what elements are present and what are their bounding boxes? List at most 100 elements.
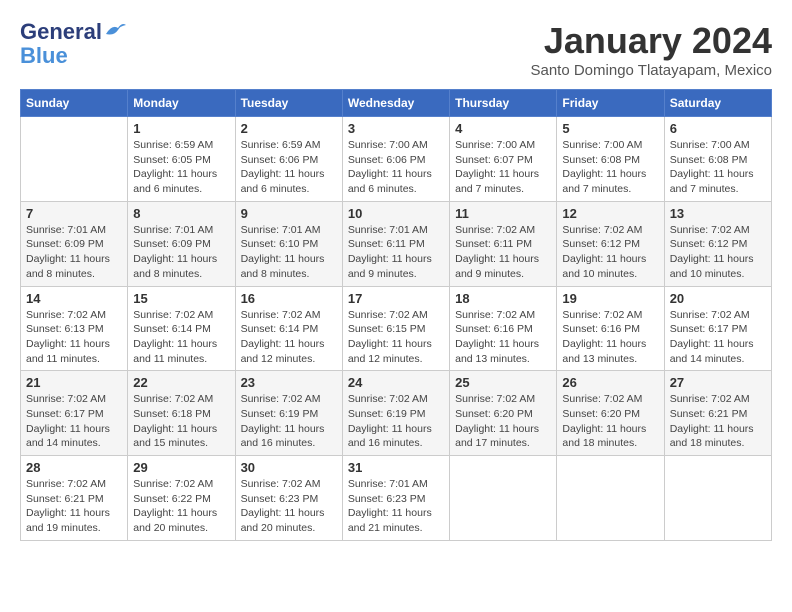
calendar-cell: 7 Sunrise: 7:01 AM Sunset: 6:09 PM Daylig… xyxy=(21,201,128,286)
calendar-cell xyxy=(21,117,128,202)
calendar-cell: 29 Sunrise: 7:02 AM Sunset: 6:22 PM Dayli… xyxy=(128,456,235,541)
day-info: Sunrise: 7:00 AM Sunset: 6:08 PM Dayligh… xyxy=(670,138,766,197)
location-subtitle: Santo Domingo Tlatayapam, Mexico xyxy=(530,62,772,79)
calendar-cell: 17 Sunrise: 7:02 AM Sunset: 6:15 PM Dayli… xyxy=(342,286,449,371)
day-number: 12 xyxy=(562,206,658,221)
logo-text-general: General xyxy=(20,20,102,44)
logo: General Blue xyxy=(20,20,126,68)
day-number: 8 xyxy=(133,206,229,221)
weekday-header-wednesday: Wednesday xyxy=(342,90,449,117)
calendar-cell: 8 Sunrise: 7:01 AM Sunset: 6:09 PM Daylig… xyxy=(128,201,235,286)
day-number: 2 xyxy=(241,121,337,136)
day-number: 27 xyxy=(670,375,766,390)
weekday-header-tuesday: Tuesday xyxy=(235,90,342,117)
calendar-table: SundayMondayTuesdayWednesdayThursdayFrid… xyxy=(20,89,772,541)
day-info: Sunrise: 7:02 AM Sunset: 6:20 PM Dayligh… xyxy=(455,392,551,451)
calendar-cell: 22Sunrise: 7:02 AM Sunset: 6:18 PM Dayli… xyxy=(128,371,235,456)
weekday-header-thursday: Thursday xyxy=(450,90,557,117)
day-info: Sunrise: 6:59 AM Sunset: 6:05 PM Dayligh… xyxy=(133,138,229,197)
day-info: Sunrise: 7:00 AM Sunset: 6:08 PM Dayligh… xyxy=(562,138,658,197)
day-number: 11 xyxy=(455,206,551,221)
day-info: Sunrise: 7:02 AM Sunset: 6:20 PM Dayligh… xyxy=(562,392,658,451)
day-number: 30 xyxy=(241,460,337,475)
day-number: 14 xyxy=(26,291,122,306)
day-info: Sunrise: 6:59 AM Sunset: 6:06 PM Dayligh… xyxy=(241,138,337,197)
calendar-header-row: SundayMondayTuesdayWednesdayThursdayFrid… xyxy=(21,90,772,117)
day-info: Sunrise: 7:02 AM Sunset: 6:12 PM Dayligh… xyxy=(670,223,766,282)
month-title: January 2024 xyxy=(530,20,772,62)
day-number: 31 xyxy=(348,460,444,475)
day-info: Sunrise: 7:02 AM Sunset: 6:19 PM Dayligh… xyxy=(348,392,444,451)
calendar-cell: 1 Sunrise: 6:59 AM Sunset: 6:05 PM Daylig… xyxy=(128,117,235,202)
calendar-cell: 21 Sunrise: 7:02 AM Sunset: 6:17 PM Dayli… xyxy=(21,371,128,456)
day-info: Sunrise: 7:01 AM Sunset: 6:09 PM Dayligh… xyxy=(26,223,122,282)
calendar-cell: 12 Sunrise: 7:02 AM Sunset: 6:12 PM Dayli… xyxy=(557,201,664,286)
calendar-week-2: 7 Sunrise: 7:01 AM Sunset: 6:09 PM Daylig… xyxy=(21,201,772,286)
day-number: 20 xyxy=(670,291,766,306)
day-number: 23 xyxy=(241,375,337,390)
calendar-week-5: 28Sunrise: 7:02 AM Sunset: 6:21 PM Dayli… xyxy=(21,456,772,541)
logo-bird-icon xyxy=(104,22,126,38)
day-number: 17 xyxy=(348,291,444,306)
day-info: Sunrise: 7:02 AM Sunset: 6:19 PM Dayligh… xyxy=(241,392,337,451)
calendar-cell: 6 Sunrise: 7:00 AM Sunset: 6:08 PM Daylig… xyxy=(664,117,771,202)
calendar-cell: 27Sunrise: 7:02 AM Sunset: 6:21 PM Dayli… xyxy=(664,371,771,456)
calendar-cell: 28Sunrise: 7:02 AM Sunset: 6:21 PM Dayli… xyxy=(21,456,128,541)
calendar-cell xyxy=(450,456,557,541)
weekday-header-monday: Monday xyxy=(128,90,235,117)
day-info: Sunrise: 7:02 AM Sunset: 6:16 PM Dayligh… xyxy=(455,308,551,367)
day-info: Sunrise: 7:01 AM Sunset: 6:09 PM Dayligh… xyxy=(133,223,229,282)
calendar-cell: 19Sunrise: 7:02 AM Sunset: 6:16 PM Dayli… xyxy=(557,286,664,371)
day-info: Sunrise: 7:02 AM Sunset: 6:15 PM Dayligh… xyxy=(348,308,444,367)
day-number: 21 xyxy=(26,375,122,390)
page-header: General Blue January 2024 Santo Domingo … xyxy=(20,20,772,79)
day-info: Sunrise: 7:02 AM Sunset: 6:23 PM Dayligh… xyxy=(241,477,337,536)
calendar-cell: 23 Sunrise: 7:02 AM Sunset: 6:19 PM Dayli… xyxy=(235,371,342,456)
calendar-cell xyxy=(664,456,771,541)
day-info: Sunrise: 7:02 AM Sunset: 6:21 PM Dayligh… xyxy=(26,477,122,536)
calendar-cell: 14 Sunrise: 7:02 AM Sunset: 6:13 PM Dayli… xyxy=(21,286,128,371)
calendar-cell xyxy=(557,456,664,541)
day-number: 3 xyxy=(348,121,444,136)
calendar-cell: 13 Sunrise: 7:02 AM Sunset: 6:12 PM Dayli… xyxy=(664,201,771,286)
calendar-cell: 11Sunrise: 7:02 AM Sunset: 6:11 PM Dayli… xyxy=(450,201,557,286)
day-info: Sunrise: 7:00 AM Sunset: 6:07 PM Dayligh… xyxy=(455,138,551,197)
day-number: 24 xyxy=(348,375,444,390)
day-number: 9 xyxy=(241,206,337,221)
calendar-cell: 10Sunrise: 7:01 AM Sunset: 6:11 PM Dayli… xyxy=(342,201,449,286)
day-number: 29 xyxy=(133,460,229,475)
weekday-header-saturday: Saturday xyxy=(664,90,771,117)
calendar-cell: 16Sunrise: 7:02 AM Sunset: 6:14 PM Dayli… xyxy=(235,286,342,371)
day-info: Sunrise: 7:01 AM Sunset: 6:10 PM Dayligh… xyxy=(241,223,337,282)
calendar-cell: 4Sunrise: 7:00 AM Sunset: 6:07 PM Daylig… xyxy=(450,117,557,202)
day-info: Sunrise: 7:02 AM Sunset: 6:18 PM Dayligh… xyxy=(133,392,229,451)
day-number: 1 xyxy=(133,121,229,136)
day-number: 18 xyxy=(455,291,551,306)
day-info: Sunrise: 7:00 AM Sunset: 6:06 PM Dayligh… xyxy=(348,138,444,197)
weekday-header-sunday: Sunday xyxy=(21,90,128,117)
day-info: Sunrise: 7:02 AM Sunset: 6:14 PM Dayligh… xyxy=(133,308,229,367)
day-number: 7 xyxy=(26,206,122,221)
calendar-cell: 9 Sunrise: 7:01 AM Sunset: 6:10 PM Daylig… xyxy=(235,201,342,286)
day-info: Sunrise: 7:02 AM Sunset: 6:17 PM Dayligh… xyxy=(670,308,766,367)
day-number: 5 xyxy=(562,121,658,136)
logo-text-blue: Blue xyxy=(20,44,68,68)
calendar-cell: 15 Sunrise: 7:02 AM Sunset: 6:14 PM Dayli… xyxy=(128,286,235,371)
day-info: Sunrise: 7:02 AM Sunset: 6:17 PM Dayligh… xyxy=(26,392,122,451)
day-info: Sunrise: 7:01 AM Sunset: 6:23 PM Dayligh… xyxy=(348,477,444,536)
calendar-week-4: 21 Sunrise: 7:02 AM Sunset: 6:17 PM Dayli… xyxy=(21,371,772,456)
calendar-cell: 26Sunrise: 7:02 AM Sunset: 6:20 PM Dayli… xyxy=(557,371,664,456)
calendar-week-3: 14 Sunrise: 7:02 AM Sunset: 6:13 PM Dayli… xyxy=(21,286,772,371)
day-info: Sunrise: 7:02 AM Sunset: 6:12 PM Dayligh… xyxy=(562,223,658,282)
day-number: 25 xyxy=(455,375,551,390)
calendar-week-1: 1 Sunrise: 6:59 AM Sunset: 6:05 PM Daylig… xyxy=(21,117,772,202)
day-number: 6 xyxy=(670,121,766,136)
day-info: Sunrise: 7:02 AM Sunset: 6:22 PM Dayligh… xyxy=(133,477,229,536)
calendar-cell: 24 Sunrise: 7:02 AM Sunset: 6:19 PM Dayli… xyxy=(342,371,449,456)
day-number: 15 xyxy=(133,291,229,306)
calendar-cell: 20 Sunrise: 7:02 AM Sunset: 6:17 PM Dayli… xyxy=(664,286,771,371)
day-info: Sunrise: 7:02 AM Sunset: 6:13 PM Dayligh… xyxy=(26,308,122,367)
calendar-cell: 31 Sunrise: 7:01 AM Sunset: 6:23 PM Dayli… xyxy=(342,456,449,541)
calendar-cell: 25 Sunrise: 7:02 AM Sunset: 6:20 PM Dayli… xyxy=(450,371,557,456)
day-number: 13 xyxy=(670,206,766,221)
